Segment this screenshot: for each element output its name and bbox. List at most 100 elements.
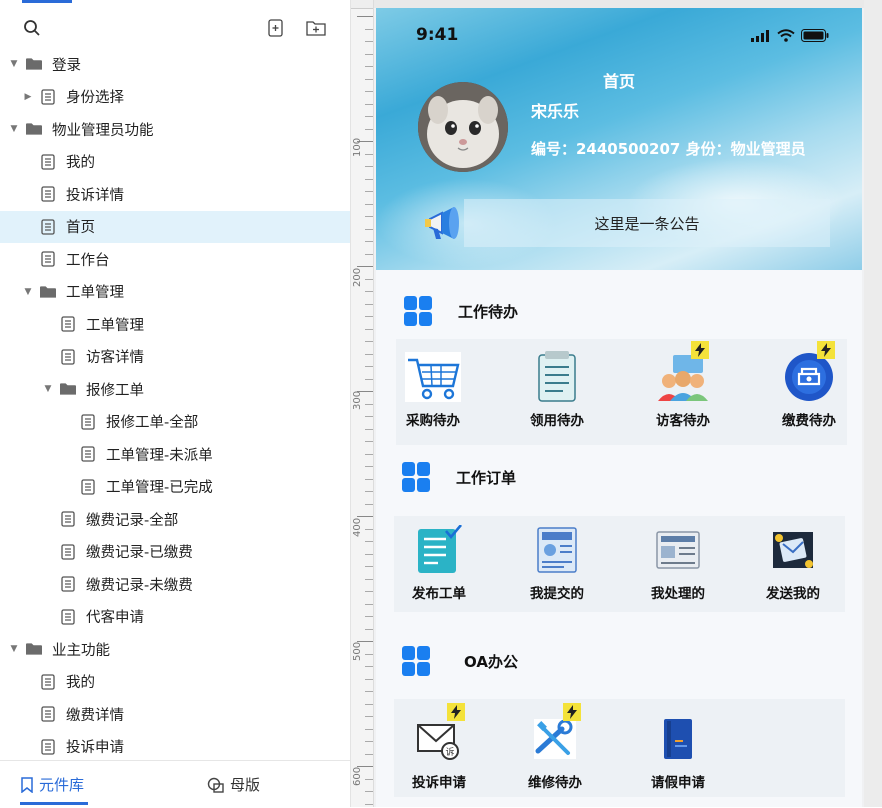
tree-page-proxy-apply[interactable]: 代客申请 [0, 601, 350, 634]
tree-label: 物业管理员功能 [52, 122, 154, 139]
item-complaint-apply[interactable]: 诉 投诉申请 [394, 703, 484, 791]
grid-icon [404, 296, 432, 326]
search-icon[interactable] [20, 16, 44, 40]
newspaper-icon [529, 522, 585, 578]
tree-page-complaint-apply[interactable]: 投诉申请 [0, 731, 350, 764]
page-icon [80, 446, 96, 462]
ruler-tick [365, 441, 373, 442]
tab-label: 元件库 [39, 776, 85, 794]
tree-page-payment-detail[interactable]: 缴费详情 [0, 698, 350, 731]
tree-folder-owner[interactable]: ▼ 业主功能 [0, 633, 350, 666]
item-handled-by-me[interactable]: 我处理的 [633, 522, 723, 602]
page-tree: ▼ 登录 ▶ 身份选择 ▼ 物业管理员功能 我的 投诉详情 首页 工作台 ▼ 工单管理 … [0, 48, 350, 763]
tab-masters[interactable]: 母版 [207, 761, 260, 808]
tree-folder-login[interactable]: ▼ 登录 [0, 48, 350, 81]
chevron-down-icon[interactable]: ▼ [8, 59, 20, 69]
tree-page-unassigned[interactable]: 工单管理-未派单 [0, 438, 350, 471]
battery-icon [801, 29, 829, 42]
tree-label: 投诉详情 [66, 187, 124, 204]
ruler-tick [365, 703, 373, 705]
tree-page-workorder-mgmt[interactable]: 工单管理 [0, 308, 350, 341]
ruler-tick [365, 628, 373, 630]
item-visitor-todo[interactable]: 访客待办 [638, 341, 728, 429]
wifi-icon [777, 29, 795, 42]
tree-page-workbench[interactable]: 工作台 [0, 243, 350, 276]
tree-label: 身份选择 [66, 90, 124, 107]
chevron-down-icon[interactable]: ▼ [8, 644, 20, 654]
item-receive-todo[interactable]: 领用待办 [512, 349, 602, 429]
tree-page-payment-paid[interactable]: 缴费记录-已缴费 [0, 536, 350, 569]
tree-page-identity[interactable]: ▶ 身份选择 [0, 81, 350, 114]
ruler-origin [351, 0, 373, 9]
add-page-icon[interactable] [264, 16, 288, 40]
tree-page-owner-mine[interactable]: 我的 [0, 666, 350, 699]
lightning-badge-icon [817, 341, 835, 359]
tree-page-home[interactable]: 首页 [0, 210, 350, 243]
item-publish-order[interactable]: 发布工单 [394, 522, 484, 602]
item-label: 发布工单 [412, 586, 466, 602]
page-icon [40, 706, 56, 722]
chevron-down-icon[interactable]: ▼ [22, 287, 34, 297]
ruler-tick [365, 528, 373, 530]
item-payment-todo[interactable]: 缴费待办 [764, 341, 854, 429]
ruler-tick [365, 591, 373, 592]
toolbar-active-indicator [22, 0, 72, 3]
panel-tabs: 元件库 母版 [0, 760, 350, 808]
megaphone-icon [422, 201, 466, 245]
item-leave-apply[interactable]: 请假申请 [633, 711, 723, 791]
notice-bar[interactable]: 这里是一条公告 [464, 199, 830, 247]
tree-page-payment-all[interactable]: 缴费记录-全部 [0, 503, 350, 536]
add-folder-icon[interactable] [304, 16, 328, 40]
ruler-tick [365, 78, 373, 80]
ruler-tick [365, 753, 373, 755]
signal-icon [751, 29, 769, 42]
tree-folder-repair[interactable]: ▼ 报修工单 [0, 373, 350, 406]
chevron-down-icon[interactable]: ▼ [8, 124, 20, 134]
payment-icon [781, 341, 837, 405]
page-icon [40, 251, 56, 267]
tree-page-payment-unpaid[interactable]: 缴费记录-未缴费 [0, 568, 350, 601]
chevron-right-icon[interactable]: ▶ [22, 92, 34, 102]
grid-icon [402, 646, 430, 676]
tree-page-repair-all[interactable]: 报修工单-全部 [0, 406, 350, 439]
item-purchase-todo[interactable]: 采购待办 [388, 349, 478, 429]
tree-label: 我的 [66, 675, 95, 692]
tree-folder-workorder[interactable]: ▼ 工单管理 [0, 276, 350, 309]
ruler-tick [365, 716, 373, 717]
chevron-down-icon[interactable]: ▼ [42, 384, 54, 394]
item-label: 领用待办 [530, 413, 584, 429]
avatar[interactable] [418, 82, 508, 172]
ruler-tick [365, 203, 373, 205]
tree-page-complaint-detail[interactable]: 投诉详情 [0, 178, 350, 211]
tree-label: 缴费详情 [66, 707, 124, 724]
ruler-label: 500 [352, 641, 363, 661]
lightning-badge-icon [691, 341, 709, 359]
ruler-tick [365, 428, 373, 430]
ruler-tick [365, 466, 373, 467]
mail-icon [765, 522, 821, 578]
ruler-tick [365, 616, 373, 617]
ruler-tick [365, 403, 373, 405]
ruler-label: 200 [352, 267, 363, 287]
tree-page-visitor-detail[interactable]: 访客详情 [0, 341, 350, 374]
item-repair-todo[interactable]: 维修待办 [510, 703, 600, 791]
item-sent-to-me[interactable]: 发送我的 [748, 522, 838, 602]
ruler-tick [365, 691, 373, 692]
tree-label: 报修工单-全部 [106, 415, 199, 432]
tab-components[interactable]: 元件库 [20, 761, 88, 808]
ruler-tick [365, 166, 373, 167]
ruler-tick [365, 28, 373, 30]
tree-label: 访客详情 [86, 350, 144, 367]
canvas-scrollbar[interactable] [864, 0, 882, 807]
ruler-tick [357, 266, 373, 267]
page-icon [60, 576, 76, 592]
item-submitted-by-me[interactable]: 我提交的 [512, 522, 602, 602]
ruler-tick [365, 53, 373, 55]
tree-page-mine[interactable]: 我的 [0, 146, 350, 179]
page-icon [40, 186, 56, 202]
ruler-tick [365, 328, 373, 330]
orders-card: 发布工单 我提交的 我处理的 发送我的 [394, 516, 845, 612]
section-title-orders: 工作订单 [402, 462, 516, 492]
tree-folder-admin[interactable]: ▼ 物业管理员功能 [0, 113, 350, 146]
tree-page-completed[interactable]: 工单管理-已完成 [0, 471, 350, 504]
